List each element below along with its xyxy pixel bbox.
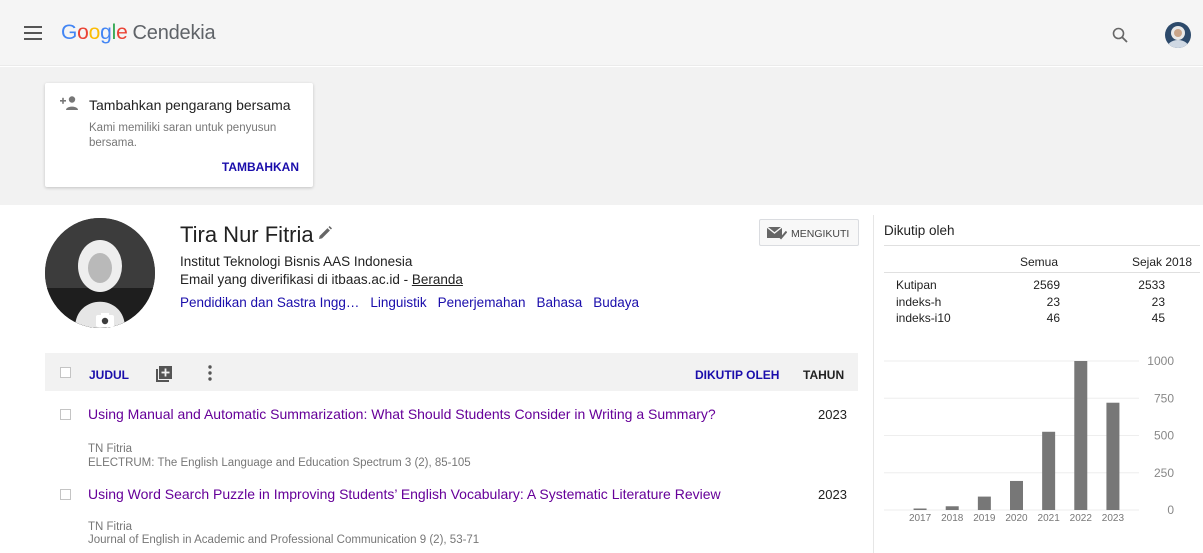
- bar-2017[interactable]: [913, 508, 927, 510]
- interest-tag[interactable]: Penerjemahan: [438, 295, 526, 310]
- x-tick-label: 2018: [941, 513, 964, 524]
- metric-since: 45: [1151, 311, 1165, 325]
- divider: [884, 272, 1200, 273]
- panel-divider: [873, 215, 874, 553]
- product-name: Cendekia: [132, 22, 216, 44]
- sort-by-title[interactable]: JUDUL: [89, 368, 129, 382]
- account-avatar[interactable]: [1165, 22, 1191, 48]
- bar-2018[interactable]: [945, 506, 959, 510]
- add-person-icon: [60, 96, 78, 110]
- metric-since: 2533: [1138, 278, 1165, 292]
- metric-all: 2569: [1033, 278, 1060, 292]
- metric-all: 23: [1046, 295, 1060, 309]
- col-since-header: Sejak 2018: [1132, 255, 1193, 269]
- x-tick-label: 2022: [1070, 513, 1093, 524]
- more-vert-icon[interactable]: [208, 365, 212, 381]
- article-venue: ELECTRUM: The English Language and Educa…: [88, 457, 471, 469]
- x-tick-label: 2023: [1102, 513, 1125, 524]
- email-check-icon: [767, 226, 787, 240]
- homepage-link[interactable]: Beranda: [412, 272, 463, 287]
- y-tick-label: 0: [1167, 503, 1174, 517]
- article-title[interactable]: Using Word Search Puzzle in Improving St…: [88, 486, 728, 503]
- top-app-bar: Google Cendekia: [0, 0, 1203, 66]
- sort-by-year[interactable]: TAHUN: [803, 368, 844, 382]
- x-tick-label: 2019: [973, 513, 996, 524]
- profile-photo[interactable]: [45, 218, 155, 328]
- article-title[interactable]: Using Manual and Automatic Summarization…: [88, 406, 728, 423]
- metric-label: indeks-i10: [896, 311, 951, 325]
- coauthor-suggestion-card: Tambahkan pengarang bersama Kami memilik…: [45, 83, 313, 187]
- hamburger-menu-icon[interactable]: [24, 26, 42, 40]
- article-row: Using Manual and Automatic Summarization…: [45, 406, 858, 472]
- camera-icon[interactable]: [96, 313, 114, 327]
- suggestion-title: Tambahkan pengarang bersama: [89, 97, 291, 113]
- article-checkbox[interactable]: [60, 489, 71, 500]
- x-tick-label: 2021: [1038, 513, 1061, 524]
- y-tick-label: 750: [1154, 391, 1174, 405]
- profile-affiliation: Institut Teknologi Bisnis AAS Indonesia: [180, 254, 413, 269]
- metric-label: indeks-h: [896, 295, 942, 309]
- x-tick-label: 2017: [909, 513, 932, 524]
- y-tick-label: 500: [1154, 429, 1174, 443]
- select-all-checkbox[interactable]: [60, 367, 71, 378]
- bar-2022[interactable]: [1074, 361, 1088, 510]
- follow-button[interactable]: MENGIKUTI: [759, 219, 859, 246]
- suggestion-description: Kami memiliki saran untuk penyusun bersa…: [89, 122, 277, 149]
- edit-pencil-icon[interactable]: [318, 226, 332, 240]
- article-row: Using Word Search Puzzle in Improving St…: [45, 486, 858, 552]
- sort-by-cited[interactable]: DIKUTIP OLEH: [695, 368, 779, 382]
- metric-label: Kutipan: [896, 278, 937, 292]
- article-authors: TN Fitria: [88, 443, 133, 455]
- add-article-icon[interactable]: [156, 366, 172, 382]
- article-venue: Journal of English in Academic and Profe…: [88, 534, 480, 546]
- metric-since: 23: [1151, 295, 1165, 309]
- profile-name: Tira Nur Fitria: [180, 222, 314, 247]
- article-authors: TN Fitria: [88, 521, 133, 533]
- add-coauthors-button[interactable]: TAMBAHKAN: [222, 160, 299, 174]
- research-interests: Pendidikan dan Sastra Ingg… Linguistik Pen…: [180, 295, 650, 310]
- bar-2023[interactable]: [1106, 402, 1120, 510]
- y-tick-label: 1000: [1147, 354, 1174, 368]
- divider: [884, 245, 1200, 246]
- bar-2019[interactable]: [977, 496, 991, 510]
- interest-tag[interactable]: Bahasa: [536, 295, 582, 310]
- bar-2021[interactable]: [1042, 431, 1056, 510]
- article-year: 2023: [818, 487, 847, 502]
- x-tick-label: 2020: [1005, 513, 1028, 524]
- article-year: 2023: [818, 407, 847, 422]
- google-scholar-logo[interactable]: Google Cendekia: [61, 21, 216, 45]
- interest-tag[interactable]: Budaya: [593, 295, 639, 310]
- col-all-header: Semua: [1020, 255, 1059, 269]
- profile-email: Email yang diverifikasi di itbaas.ac.id …: [180, 272, 463, 287]
- cited-by-title: Dikutip oleh: [884, 223, 955, 238]
- citations-per-year-chart: 0 250 500 750 1000 2017 2018 2019 2020 2021 2022 20…: [884, 354, 1174, 524]
- article-checkbox[interactable]: [60, 409, 71, 420]
- interest-tag[interactable]: Linguistik: [370, 295, 426, 310]
- metric-all: 46: [1046, 311, 1060, 325]
- bar-2020[interactable]: [1010, 480, 1023, 510]
- search-icon[interactable]: [1112, 27, 1128, 43]
- articles-table-header: JUDUL DIKUTIP OLEH TAHUN: [45, 353, 858, 391]
- interest-tag[interactable]: Pendidikan dan Sastra Ingg…: [180, 295, 359, 310]
- y-tick-label: 250: [1154, 466, 1174, 480]
